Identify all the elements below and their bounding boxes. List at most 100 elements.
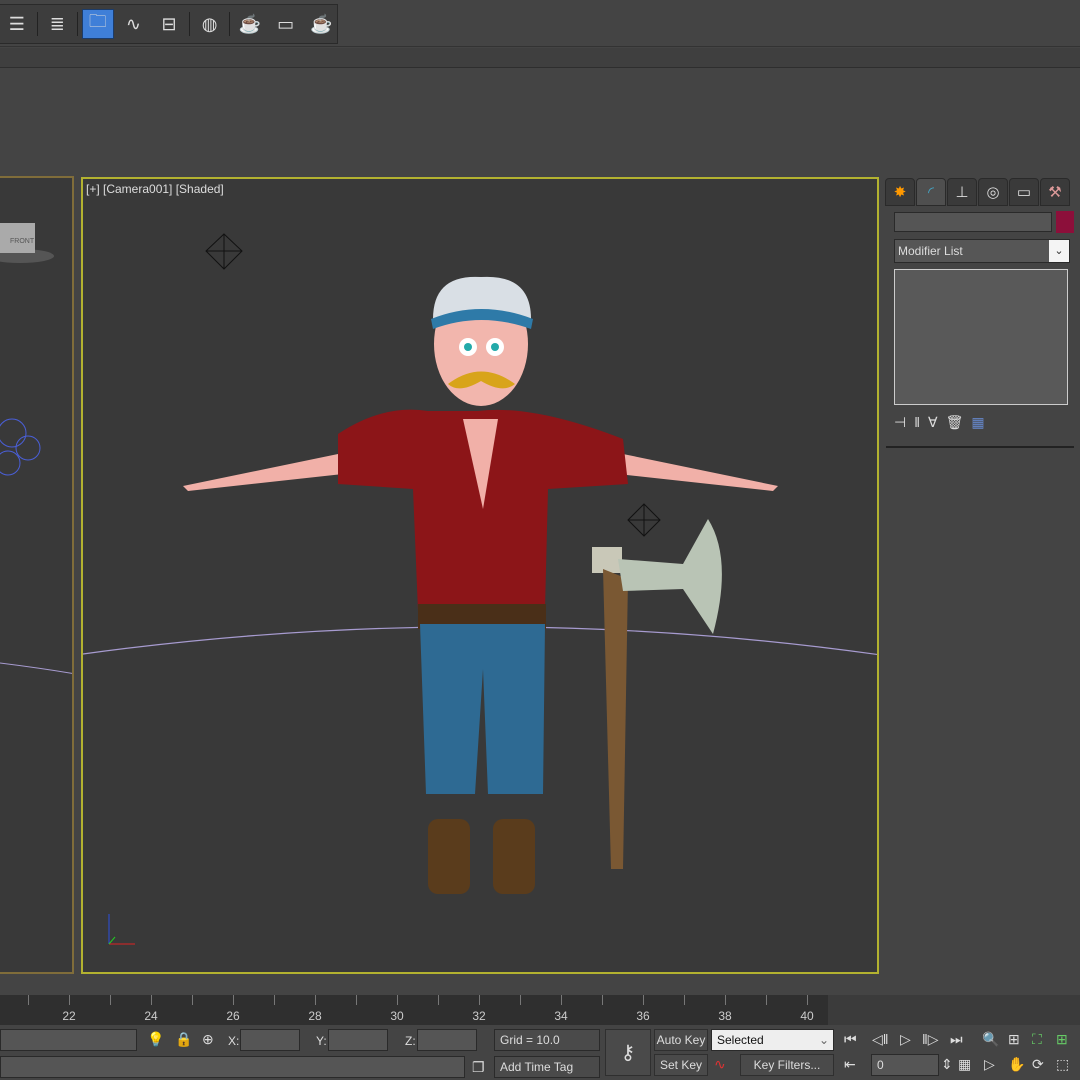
timeline-tick	[397, 995, 398, 1005]
render-setup-icon[interactable]: ☕	[234, 9, 266, 39]
chevron-down-icon: ⌄	[818, 1033, 829, 1047]
chevron-down-icon: ⌄	[1049, 240, 1069, 262]
modifier-list-label: Modifier List	[898, 244, 963, 258]
remove-modifier-icon[interactable]: 🗑	[946, 414, 964, 431]
configure-modifier-sets-icon[interactable]: ▦	[971, 414, 984, 431]
material-editor-icon[interactable]: ◍	[194, 9, 226, 39]
pan-hand-icon[interactable]: ✋	[1008, 1056, 1025, 1073]
separator	[77, 12, 79, 36]
timeline-tick	[28, 995, 29, 1005]
main-toolbar: ☰ ≣ 🗀 ∿ ⊟ ◍ ☕ ▭ ☕	[0, 0, 1080, 47]
toolbar-group: ☰ ≣ 🗀 ∿ ⊟ ◍ ☕ ▭ ☕	[0, 4, 338, 44]
auto-key-button[interactable]: Auto Key	[654, 1029, 708, 1051]
object-color-swatch[interactable]	[1056, 211, 1074, 233]
tab-create[interactable]: ✸	[885, 178, 915, 206]
key-filters-button[interactable]: Key Filters...	[740, 1054, 834, 1076]
tab-motion[interactable]: ◎	[978, 178, 1008, 206]
tab-modify[interactable]: ◜	[916, 178, 946, 206]
camera-icon	[205, 233, 243, 270]
timeline-label: 34	[554, 1009, 568, 1023]
timeline-tick	[438, 995, 439, 1005]
x-coordinate-input[interactable]	[240, 1029, 300, 1051]
time-tag-icon[interactable]: ❐	[472, 1059, 485, 1076]
timeline-label: 22	[62, 1009, 76, 1023]
add-time-tag-button[interactable]: Add Time Tag	[494, 1056, 600, 1078]
y-label: Y:	[316, 1034, 327, 1048]
camera-viewport[interactable]: [+] [Camera001] [Shaded]	[81, 177, 879, 974]
timeline-label: 32	[472, 1009, 486, 1023]
timeline-tick	[520, 995, 521, 1005]
left-viewport-scene: FRONT	[0, 223, 72, 674]
tab-utilities[interactable]: ⚒	[1040, 178, 1070, 206]
pin-stack-icon[interactable]: ⊣	[894, 414, 906, 431]
schematic-view-icon[interactable]: ⊟	[153, 9, 185, 39]
show-end-result-icon[interactable]: ‖	[914, 414, 920, 430]
divider	[886, 446, 1074, 448]
light-icon	[627, 503, 661, 537]
selected-value: Selected	[717, 1033, 764, 1047]
previous-frame-icon[interactable]: ◁‖	[872, 1031, 889, 1048]
set-key-icon-button[interactable]: ⚷	[605, 1029, 651, 1076]
lock-icon[interactable]: 🔒	[175, 1031, 192, 1048]
make-unique-icon[interactable]: ∀	[928, 414, 938, 431]
frame-spinner-icon[interactable]: ⇕	[941, 1056, 953, 1073]
folder-light-icon[interactable]: 🗀	[82, 9, 114, 39]
left-viewport[interactable]: FRONT	[0, 176, 74, 974]
separator	[229, 12, 231, 36]
render-teapot-icon[interactable]: ☕	[305, 9, 337, 39]
tab-hierarchy[interactable]: ⊥	[947, 178, 977, 206]
key-mode-icon[interactable]: ⇤	[844, 1056, 856, 1073]
play-icon[interactable]: ▷	[900, 1031, 911, 1048]
timeline-label: 26	[226, 1009, 240, 1023]
z-label: Z:	[405, 1034, 416, 1048]
absolute-mode-icon[interactable]: ⊕	[202, 1031, 214, 1048]
y-coordinate-input[interactable]	[328, 1029, 388, 1051]
current-frame-input[interactable]: 0	[871, 1054, 939, 1076]
key-tangent-icon[interactable]: ∿	[714, 1056, 726, 1073]
scene-explorer-icon[interactable]: ≣	[42, 9, 74, 39]
x-label: X:	[228, 1034, 240, 1048]
tab-display[interactable]: ▭	[1009, 178, 1039, 206]
zoom-extents-all-icon[interactable]: ⊞	[1056, 1031, 1068, 1048]
next-frame-icon[interactable]: ‖▷	[922, 1031, 939, 1048]
timeline-tick	[561, 995, 562, 1005]
ribbon-tabs-bar	[0, 48, 1080, 68]
timeline-tick	[110, 995, 111, 1005]
timeline-ruler[interactable]: 22 24 26 28 30 32 34 36 38 40	[0, 995, 849, 1025]
timeline-tick	[356, 995, 357, 1005]
maximize-viewport-icon[interactable]: ⬚	[1056, 1056, 1069, 1073]
timeline-label: 36	[636, 1009, 650, 1023]
object-name-input[interactable]	[894, 212, 1052, 232]
maxscript-listener[interactable]	[0, 1029, 137, 1051]
timeline-tick	[69, 995, 70, 1005]
timeline-tick	[602, 995, 603, 1005]
prompt-line	[0, 1056, 465, 1078]
viewport-label[interactable]: [+] [Camera001] [Shaded]	[86, 182, 224, 196]
curve-editor-icon[interactable]: ∿	[118, 9, 150, 39]
goto-end-icon[interactable]: ⏭	[950, 1031, 963, 1048]
field-of-view-icon[interactable]: ▷	[984, 1056, 995, 1073]
stack-toolbar: ⊣ ‖ ∀ 🗑 ▦	[894, 410, 1068, 434]
orbit-icon[interactable]: ⟳	[1032, 1056, 1044, 1073]
hammer-icon: ⚒	[1048, 184, 1062, 201]
separator	[188, 12, 190, 36]
zoom-icon[interactable]: 🔍	[982, 1031, 999, 1048]
monitor-icon: ▭	[1016, 184, 1032, 201]
z-coordinate-input[interactable]	[417, 1029, 477, 1051]
isolate-bulb-icon[interactable]: 💡	[147, 1031, 164, 1048]
modifier-stack[interactable]	[894, 269, 1068, 405]
modifier-list-dropdown[interactable]: Modifier List ⌄	[894, 239, 1070, 263]
timeline-label: 38	[718, 1009, 732, 1023]
timeline-tick	[151, 995, 152, 1005]
zoom-all-icon[interactable]: ⊞	[1008, 1031, 1020, 1048]
timeline-label: 40	[800, 1009, 814, 1023]
goto-start-icon[interactable]: ⏮	[844, 1031, 857, 1048]
set-key-button[interactable]: Set Key	[654, 1054, 708, 1076]
timeline-label: 30	[390, 1009, 404, 1023]
zoom-extents-icon[interactable]: ⛶	[1032, 1031, 1042, 1048]
timeline-tick	[274, 995, 275, 1005]
layer-manager-icon[interactable]: ☰	[1, 9, 33, 39]
time-configuration-icon[interactable]: ▦	[958, 1056, 971, 1073]
key-set-dropdown[interactable]: Selected ⌄	[711, 1029, 834, 1051]
rendered-frame-icon[interactable]: ▭	[270, 9, 302, 39]
